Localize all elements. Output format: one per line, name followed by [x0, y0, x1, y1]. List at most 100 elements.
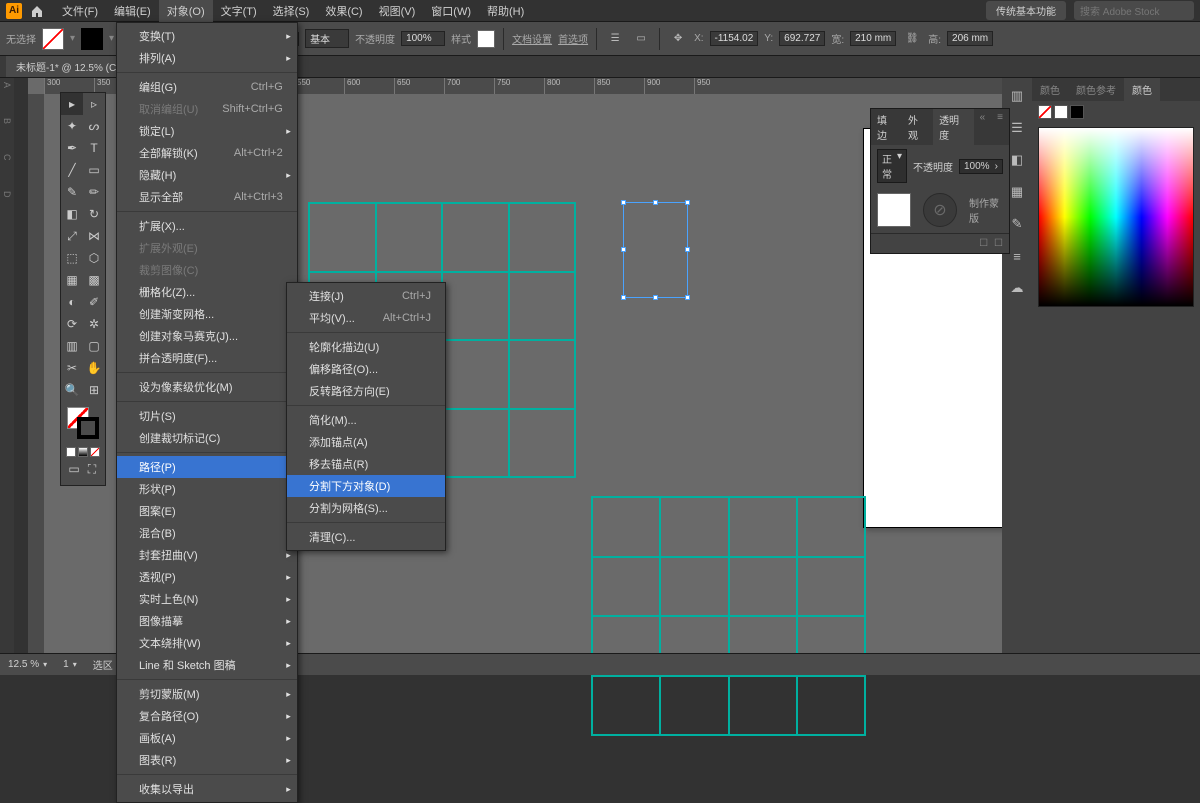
- menu-item[interactable]: 拼合透明度(F)...: [117, 347, 297, 369]
- eyedropper-tool-icon[interactable]: ✐: [83, 291, 105, 313]
- menu-item[interactable]: 复合路径(O): [117, 705, 297, 727]
- menu-item[interactable]: 剪切蒙版(M): [117, 683, 297, 705]
- menu-type[interactable]: 文字(T): [213, 0, 265, 23]
- handle-bm[interactable]: [653, 295, 658, 300]
- menu-item[interactable]: 分割下方对象(D): [287, 475, 445, 497]
- menu-view[interactable]: 视图(V): [371, 0, 424, 23]
- menu-object[interactable]: 对象(O): [159, 0, 213, 23]
- menu-item[interactable]: 排列(A): [117, 47, 297, 69]
- change-screen-icon[interactable]: ⛶: [84, 461, 100, 477]
- menu-item[interactable]: 分割为网格(S)...: [287, 497, 445, 519]
- selected-rectangle[interactable]: [623, 202, 688, 298]
- menu-item[interactable]: 形状(P): [117, 478, 297, 500]
- panel-collapse-icon[interactable]: «: [974, 109, 992, 145]
- menu-item[interactable]: 图表(R): [117, 749, 297, 771]
- menu-item[interactable]: 简化(M)...: [287, 409, 445, 431]
- width-tool-icon[interactable]: ⋈: [83, 225, 105, 247]
- type-tool-icon[interactable]: T: [83, 137, 105, 159]
- menu-item[interactable]: 显示全部Alt+Ctrl+3: [117, 186, 297, 208]
- home-icon[interactable]: [30, 4, 44, 18]
- menu-item[interactable]: 隐藏(H): [117, 164, 297, 186]
- handle-tr[interactable]: [685, 200, 690, 205]
- x-input[interactable]: -1154.02: [710, 31, 759, 46]
- menu-item[interactable]: 创建对象马赛克(J)...: [117, 325, 297, 347]
- handle-bl[interactable]: [621, 295, 626, 300]
- mask-thumb-icon[interactable]: ⊘: [923, 193, 957, 227]
- dock-symbols-icon[interactable]: ☁: [1007, 278, 1027, 298]
- panel-tab-stroke-fill[interactable]: 填边: [871, 109, 902, 145]
- menu-item[interactable]: 路径(P): [117, 456, 297, 478]
- menu-item[interactable]: 透视(P): [117, 566, 297, 588]
- dock-swatches-icon[interactable]: ▦: [1007, 182, 1027, 202]
- pencil-tool-icon[interactable]: ✏: [83, 181, 105, 203]
- menu-item[interactable]: 实时上色(N): [117, 588, 297, 610]
- color-swatch-white[interactable]: [1054, 105, 1068, 119]
- column-graph-tool-icon[interactable]: ▥: [61, 335, 83, 357]
- menu-item[interactable]: 文本绕排(W): [117, 632, 297, 654]
- line-tool-icon[interactable]: ╱: [61, 159, 83, 181]
- brush-tool-icon[interactable]: ✎: [61, 181, 83, 203]
- panel-menu-icon[interactable]: ≡: [991, 109, 1009, 145]
- rectangle-tool-icon[interactable]: ▭: [83, 159, 105, 181]
- menu-item[interactable]: 收集以导出: [117, 778, 297, 800]
- link-wh-icon[interactable]: ⛓: [902, 29, 922, 49]
- dock-libraries-icon[interactable]: ◧: [1007, 150, 1027, 170]
- artboard-nav[interactable]: 1: [63, 659, 77, 670]
- menu-item[interactable]: 添加锚点(A): [287, 431, 445, 453]
- invert-checkbox-icon[interactable]: ☐: [994, 238, 1003, 249]
- search-stock-input[interactable]: 搜索 Adobe Stock: [1074, 1, 1194, 20]
- opacity-value-input[interactable]: 100%›: [959, 159, 1003, 174]
- menu-item[interactable]: 反转路径方向(E): [287, 380, 445, 402]
- stroke-indicator[interactable]: [77, 417, 99, 439]
- menu-item[interactable]: 清理(C)...: [287, 526, 445, 548]
- dock-brushes-icon[interactable]: ✎: [1007, 214, 1027, 234]
- magic-wand-tool-icon[interactable]: ✦: [61, 115, 83, 137]
- menu-effect[interactable]: 效果(C): [317, 0, 370, 23]
- color-none-icon[interactable]: [1038, 105, 1052, 119]
- gradient-mode-icon[interactable]: [78, 447, 88, 457]
- zoom-select[interactable]: 12.5 %: [8, 659, 47, 670]
- print-tiling-tool-icon[interactable]: ⊞: [83, 379, 105, 401]
- menu-item[interactable]: 变换(T): [117, 25, 297, 47]
- direct-selection-tool-icon[interactable]: ▹: [83, 93, 105, 115]
- panel-tab-appearance[interactable]: 外观: [902, 109, 933, 145]
- menu-item[interactable]: 轮廓化描边(U): [287, 336, 445, 358]
- menu-item[interactable]: Line 和 Sketch 图稿: [117, 654, 297, 676]
- object-thumb[interactable]: [877, 193, 911, 227]
- menu-window[interactable]: 窗口(W): [423, 0, 479, 23]
- scale-tool-icon[interactable]: ⤢: [61, 225, 83, 247]
- lasso-tool-icon[interactable]: ᔕ: [83, 115, 105, 137]
- menu-item[interactable]: 移去锚点(R): [287, 453, 445, 475]
- free-transform-tool-icon[interactable]: ⬚: [61, 247, 83, 269]
- menu-item[interactable]: 栅格化(Z)...: [117, 281, 297, 303]
- zoom-tool-icon[interactable]: 🔍: [61, 379, 83, 401]
- dock-stroke-icon[interactable]: ≡: [1007, 246, 1027, 266]
- menu-help[interactable]: 帮助(H): [479, 0, 532, 23]
- menu-select[interactable]: 选择(S): [265, 0, 318, 23]
- stroke-swatch[interactable]: [81, 28, 103, 50]
- ruler-vertical[interactable]: [28, 94, 44, 653]
- perspective-tool-icon[interactable]: ▦: [61, 269, 83, 291]
- screen-mode-icon[interactable]: ▭: [66, 461, 82, 477]
- panel-tab-transparency[interactable]: 透明度: [933, 109, 974, 145]
- color-tab-2[interactable]: 颜色参考: [1068, 78, 1124, 101]
- menu-file[interactable]: 文件(F): [54, 0, 106, 23]
- menu-item[interactable]: 偏移路径(O)...: [287, 358, 445, 380]
- menu-item[interactable]: 平均(V)...Alt+Ctrl+J: [287, 307, 445, 329]
- blend-mode-select[interactable]: 正常▾: [877, 149, 907, 183]
- hand-tool-icon[interactable]: ✋: [83, 357, 105, 379]
- clip-checkbox-icon[interactable]: ☐: [979, 238, 988, 249]
- workspace-switcher[interactable]: 传统基本功能: [986, 1, 1066, 20]
- color-tab-1[interactable]: 颜色: [1032, 78, 1068, 101]
- transform-icon[interactable]: ✥: [668, 29, 688, 49]
- symbol-sprayer-tool-icon[interactable]: ✲: [83, 313, 105, 335]
- eraser-tool-icon[interactable]: ◧: [61, 203, 83, 225]
- h-input[interactable]: 206 mm: [947, 31, 993, 46]
- menu-item[interactable]: 画板(A): [117, 727, 297, 749]
- w-input[interactable]: 210 mm: [850, 31, 896, 46]
- make-mask-button[interactable]: 制作蒙版: [963, 191, 1009, 229]
- shape-mode-icon[interactable]: ▭: [631, 29, 651, 49]
- none-mode-icon[interactable]: [90, 447, 100, 457]
- menu-edit[interactable]: 编辑(E): [106, 0, 159, 23]
- doc-setup-link[interactable]: 文档设置: [512, 31, 552, 46]
